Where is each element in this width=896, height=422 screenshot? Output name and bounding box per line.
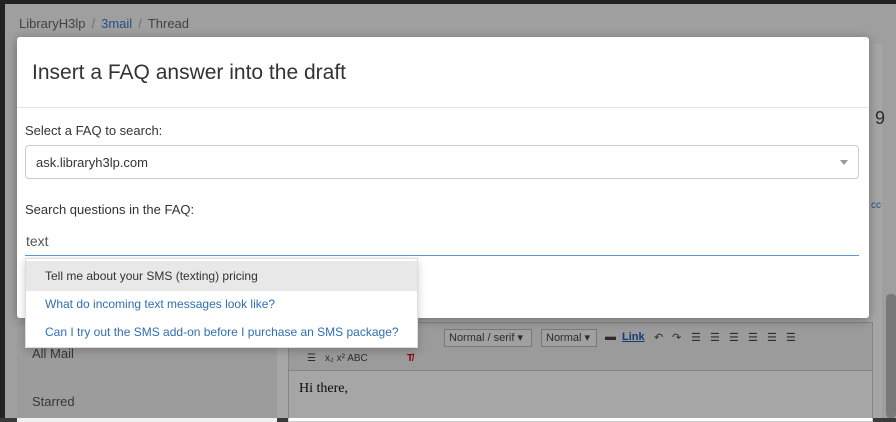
suggestion-item[interactable]: Can I try out the SMS add-on before I pu… (26, 317, 417, 347)
modal-title: Insert a FAQ answer into the draft (32, 61, 346, 84)
modal-header-divider (17, 107, 869, 108)
faq-select-value: ask.libraryh3lp.com (36, 155, 148, 170)
suggestion-item[interactable]: What do incoming text messages look like… (26, 289, 417, 319)
suggestion-item[interactable]: Tell me about your SMS (texting) pricing (26, 261, 417, 291)
faq-select-label: Select a FAQ to search: (25, 123, 163, 138)
faq-search-input[interactable] (25, 227, 859, 256)
faq-suggestions-dropdown: Tell me about your SMS (texting) pricing… (25, 258, 418, 348)
chevron-down-icon (840, 160, 848, 165)
faq-search-label: Search questions in the FAQ: (25, 202, 195, 217)
faq-select[interactable]: ask.libraryh3lp.com (25, 145, 859, 179)
